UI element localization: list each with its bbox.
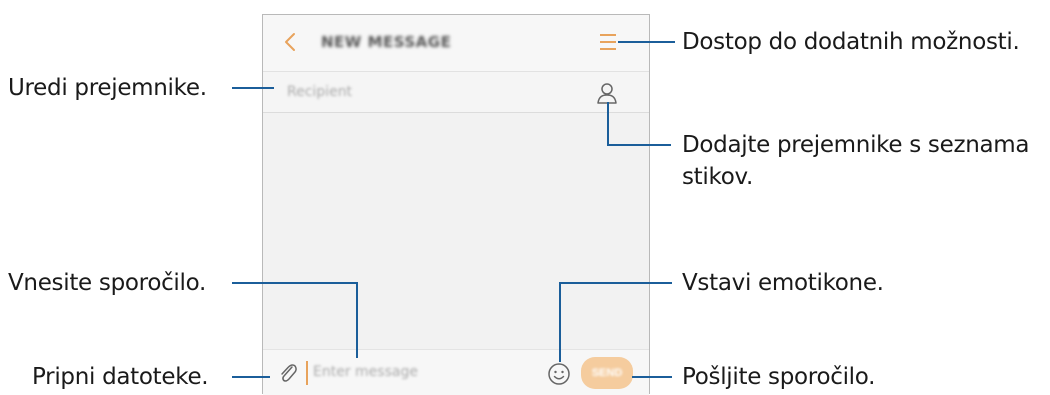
callout-line-emoticons bbox=[559, 282, 672, 362]
label-more-options: Dostop do dodatnih možnosti. bbox=[682, 29, 1020, 55]
callout-line-contacts bbox=[607, 102, 671, 146]
label-edit-recipients: Uredi prejemnike. bbox=[8, 75, 207, 101]
callout-line-enter-message bbox=[232, 282, 358, 358]
label-enter-message: Vnesite sporočilo. bbox=[8, 270, 206, 296]
label-insert-emoticons: Vstavi emotikone. bbox=[682, 270, 884, 296]
label-add-from-contacts-line1: Dodajte prejemnike s seznama bbox=[682, 132, 1030, 158]
callout-lines bbox=[232, 41, 675, 378]
label-add-from-contacts-line2: stikov. bbox=[682, 164, 753, 190]
label-send-message: Pošljite sporočilo. bbox=[682, 364, 876, 390]
label-attach-files: Pripni datoteke. bbox=[32, 364, 209, 390]
